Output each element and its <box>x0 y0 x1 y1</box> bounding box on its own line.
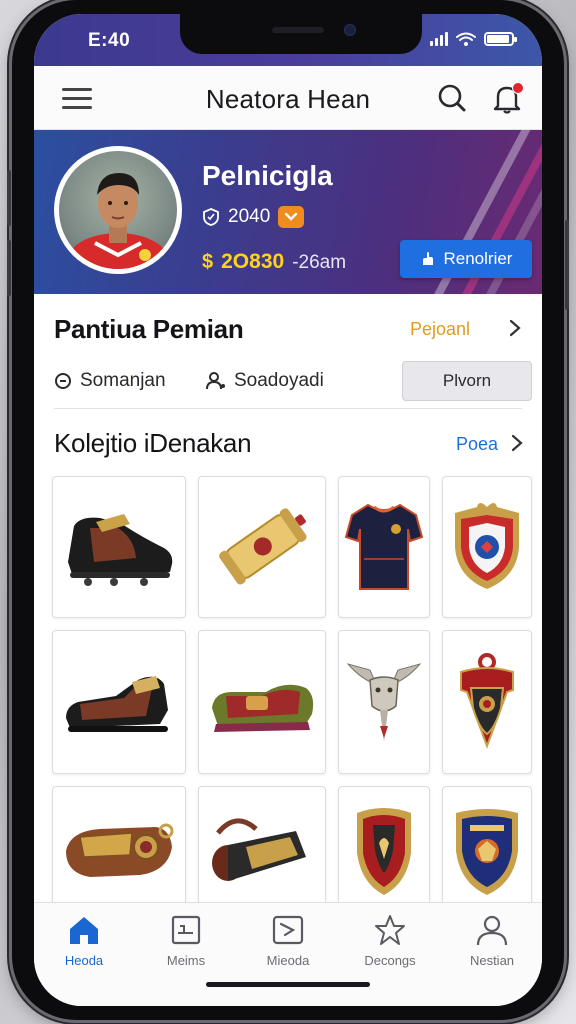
collection-item-red-shield-pendant[interactable] <box>442 630 532 774</box>
battery-icon <box>484 32 517 46</box>
level-row: 2040 <box>202 206 305 228</box>
home-indicator[interactable] <box>206 982 370 987</box>
winged-emblem-icon <box>346 663 422 742</box>
card-icon <box>171 915 201 945</box>
rank-badge <box>278 206 305 228</box>
collection-item-red-gold-shield[interactable] <box>338 786 430 916</box>
player-name: Pelnicigla <box>202 160 333 191</box>
player-level: 2040 <box>228 206 271 227</box>
meta-item-time: Somanjan <box>54 370 166 392</box>
search-icon[interactable] <box>436 82 468 114</box>
status-icons <box>430 32 517 46</box>
collection-item-leather-boot[interactable] <box>52 630 186 774</box>
coin-icon: $ <box>202 251 214 273</box>
reload-button[interactable]: Renolrier <box>400 240 532 278</box>
profile-banner: Pelnicigla 2040 $ 2O830 -26am Renolrier <box>34 130 542 294</box>
meta-item-user: Soadoyadi <box>206 370 324 392</box>
nav-label: Heoda <box>64 953 104 968</box>
collection-item-blue-gold-crest[interactable] <box>442 786 532 916</box>
nav-item-media[interactable]: Mieoda <box>238 903 338 983</box>
media-icon <box>272 915 304 945</box>
notification-badge <box>512 82 524 94</box>
coins-row: $ 2O830 -26am <box>202 250 346 274</box>
volume-button <box>7 170 11 226</box>
collection-item-vintage-slipper-shoe[interactable] <box>198 630 326 774</box>
speaker <box>272 27 324 33</box>
notch <box>180 14 422 54</box>
player-section-title: Pantiua Pemian <box>54 314 244 344</box>
nav-label: Decongs <box>364 953 416 968</box>
player-action-button[interactable]: Plvorn <box>402 361 532 401</box>
bottom-nav: Heoda Meims Mieoda Decongs Nestian <box>34 902 542 1006</box>
chevron-down-icon <box>285 212 298 221</box>
nav-label: Mieoda <box>266 953 310 968</box>
nav-item-home[interactable]: Heoda <box>34 903 134 983</box>
shield-pendant-icon <box>460 653 514 749</box>
shoe-icon <box>212 684 314 732</box>
collection-item-black-football-boot[interactable] <box>52 476 186 618</box>
meta-label: Soadoyadi <box>234 370 324 391</box>
rolled-scroll-icon <box>212 818 306 881</box>
chevron-right-icon[interactable] <box>508 318 522 338</box>
status-bar: E:40 <box>34 14 542 66</box>
avatar-portrait <box>66 173 170 269</box>
phone-frame: E:40 Neatora Hean Pelnicigla 2040 $ 2O83… <box>7 0 569 1020</box>
nav-label: Meims <box>166 953 206 968</box>
chevron-right-icon[interactable] <box>510 433 524 453</box>
star-icon <box>375 915 405 945</box>
collection-item-gold-trophy-scroll[interactable] <box>198 476 326 618</box>
app-bar: Neatora Hean <box>34 66 542 130</box>
status-time: E:40 <box>88 30 131 51</box>
scroll-icon <box>219 508 307 585</box>
reload-button-label: Renolrier <box>443 249 513 268</box>
avatar[interactable] <box>54 146 182 274</box>
divider <box>54 408 522 409</box>
clock-icon <box>55 373 71 389</box>
collection-title: Kolejtio iDenakan <box>54 428 252 458</box>
shield-icon <box>203 208 219 226</box>
boot-icon <box>66 676 168 732</box>
collection-item-winged-bull-emblem[interactable] <box>338 630 430 774</box>
coins-value: 2O830 <box>221 250 285 273</box>
jersey-icon <box>344 503 424 590</box>
user-icon <box>206 372 225 390</box>
signal-icon <box>430 32 448 46</box>
nav-item-cards[interactable]: Meims <box>136 903 236 983</box>
collection-item-red-blue-crest-badge[interactable] <box>442 476 532 618</box>
hand-icon <box>422 252 433 265</box>
screen: E:40 Neatora Hean Pelnicigla 2040 $ 2O83… <box>34 14 542 1006</box>
volume-button <box>7 240 11 296</box>
boot-icon <box>68 514 173 586</box>
coins-sub: -26am <box>292 252 347 273</box>
meta-label: Somanjan <box>80 370 166 391</box>
collection-item-rolled-leather-scroll[interactable] <box>198 786 326 916</box>
player-section-link[interactable]: Pejoanl <box>410 319 470 340</box>
profile-icon <box>476 915 508 946</box>
wifi-icon <box>456 32 476 46</box>
armband-icon <box>66 823 174 877</box>
collection-link[interactable]: Poea <box>456 434 498 455</box>
crest-icon <box>455 503 519 589</box>
home-icon <box>70 917 98 944</box>
crest-icon <box>456 809 518 895</box>
collection-item-navy-jersey[interactable] <box>338 476 430 618</box>
power-button <box>565 220 569 310</box>
nav-item-profile[interactable]: Nestian <box>442 903 542 983</box>
shield-icon <box>357 808 411 895</box>
nav-item-favorites[interactable]: Decongs <box>340 903 440 983</box>
collection-item-leather-armband[interactable] <box>52 786 186 916</box>
nav-label: Nestian <box>469 953 515 968</box>
front-camera <box>344 24 356 36</box>
